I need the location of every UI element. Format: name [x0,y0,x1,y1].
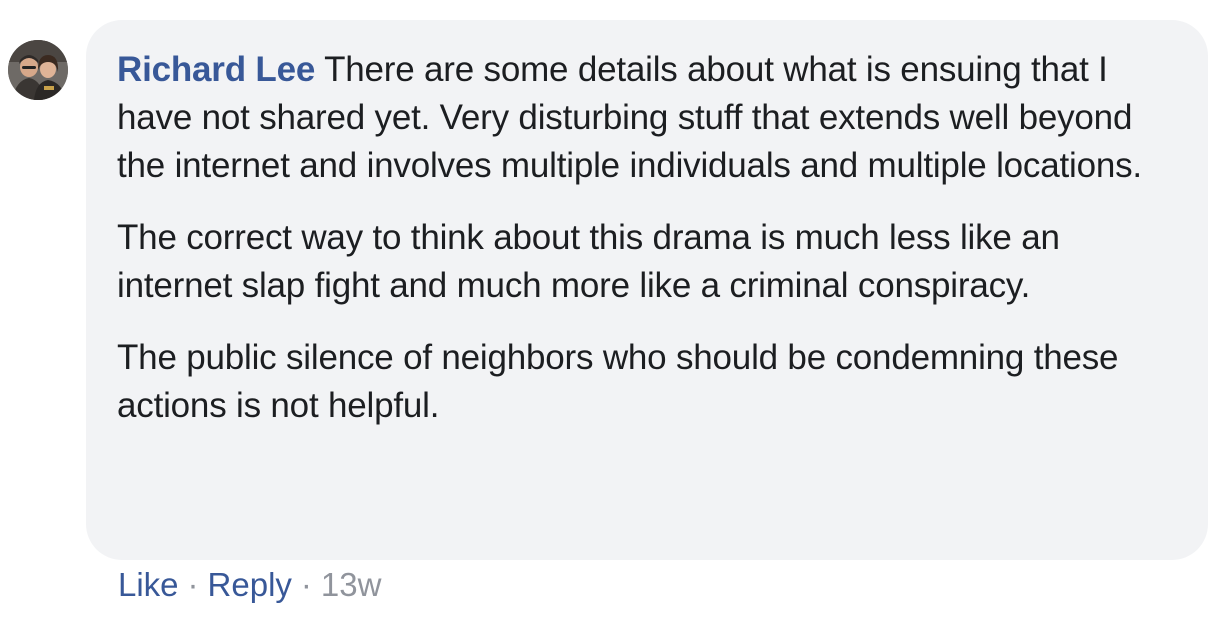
separator-dot: · [187,566,199,603]
comment: Richard Lee There are some details about… [0,0,1227,622]
comment-paragraph: The public silence of neighbors who shou… [117,334,1180,430]
comment-bubble: Richard Lee There are some details about… [86,20,1208,560]
separator-dot: · [300,566,312,603]
comment-timestamp[interactable]: 13w [321,566,382,603]
comment-paragraph: Richard Lee There are some details about… [117,46,1180,190]
like-button[interactable]: Like [118,566,179,603]
avatar[interactable] [8,40,68,100]
comment-actions: Like · Reply · 13w [118,563,381,607]
comment-text: The public silence of neighbors who shou… [117,338,1119,425]
avatar-photo-icon [8,40,68,100]
reply-button[interactable]: Reply [208,566,292,603]
comment-text: The correct way to think about this dram… [117,218,1060,305]
comment-paragraph: The correct way to think about this dram… [117,214,1180,310]
author-name-link[interactable]: Richard Lee [117,50,315,89]
